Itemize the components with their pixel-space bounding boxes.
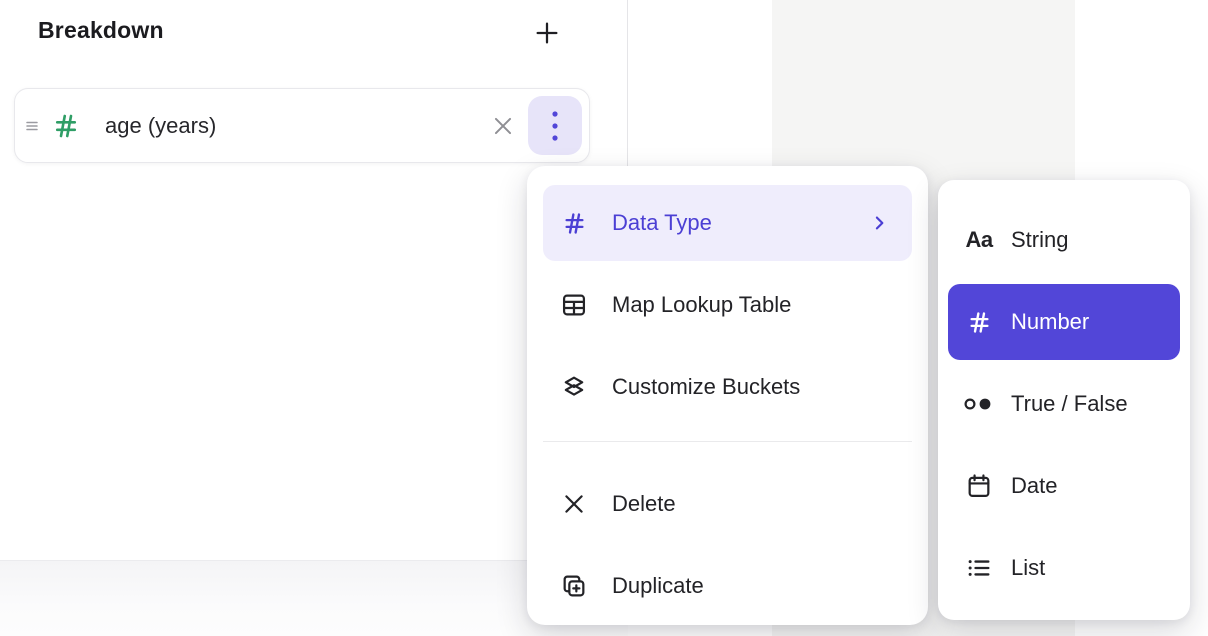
app-canvas: Breakdown age (years) (0, 0, 1208, 636)
submenu-item-label: Number (1011, 309, 1089, 335)
menu-divider (543, 441, 912, 442)
data-type-submenu: Aa String Number True / False Date (938, 180, 1190, 620)
submenu-item-string[interactable]: Aa String (948, 202, 1180, 278)
hash-icon (51, 111, 81, 141)
copy-plus-icon (560, 572, 588, 600)
drag-handle-icon[interactable] (24, 118, 40, 134)
submenu-item-list[interactable]: List (948, 530, 1180, 606)
menu-item-customize-buckets[interactable]: Customize Buckets (543, 349, 912, 425)
menu-item-map-lookup-table[interactable]: Map Lookup Table (543, 267, 912, 343)
menu-item-delete[interactable]: Delete (543, 466, 912, 542)
submenu-item-label: String (1011, 227, 1068, 253)
kebab-vertical-icon (550, 109, 560, 143)
hash-icon (963, 309, 995, 336)
aa-icon: Aa (963, 227, 995, 253)
panel-title: Breakdown (38, 17, 164, 44)
chevron-right-icon (869, 213, 889, 233)
menu-item-label: Delete (612, 491, 676, 517)
hash-icon (560, 210, 588, 237)
calendar-icon (963, 472, 995, 500)
submenu-item-date[interactable]: Date (948, 448, 1180, 524)
breakdown-field-chip[interactable]: age (years) (14, 88, 590, 163)
plus-icon (532, 18, 562, 48)
stack-icon (560, 373, 588, 401)
menu-item-duplicate[interactable]: Duplicate (543, 548, 912, 624)
add-breakdown-button[interactable] (529, 15, 565, 51)
menu-item-data-type[interactable]: Data Type (543, 185, 912, 261)
submenu-item-number[interactable]: Number (948, 284, 1180, 360)
x-icon (560, 491, 588, 517)
field-menu-button[interactable] (528, 96, 582, 155)
field-label: age (years) (105, 113, 216, 139)
remove-field-button[interactable] (486, 109, 520, 143)
x-icon (490, 113, 516, 139)
field-context-menu: Data Type Map Lookup Table Customize Buc… (527, 166, 928, 625)
submenu-item-label: List (1011, 555, 1045, 581)
table-icon (560, 291, 588, 319)
menu-item-label: Duplicate (612, 573, 704, 599)
menu-item-label: Customize Buckets (612, 374, 800, 400)
submenu-item-label: Date (1011, 473, 1057, 499)
boolean-circles-icon (963, 397, 995, 411)
submenu-item-label: True / False (1011, 391, 1128, 417)
submenu-item-true-false[interactable]: True / False (948, 366, 1180, 442)
menu-item-label: Map Lookup Table (612, 292, 791, 318)
menu-item-label: Data Type (612, 210, 712, 236)
list-icon (963, 554, 995, 582)
